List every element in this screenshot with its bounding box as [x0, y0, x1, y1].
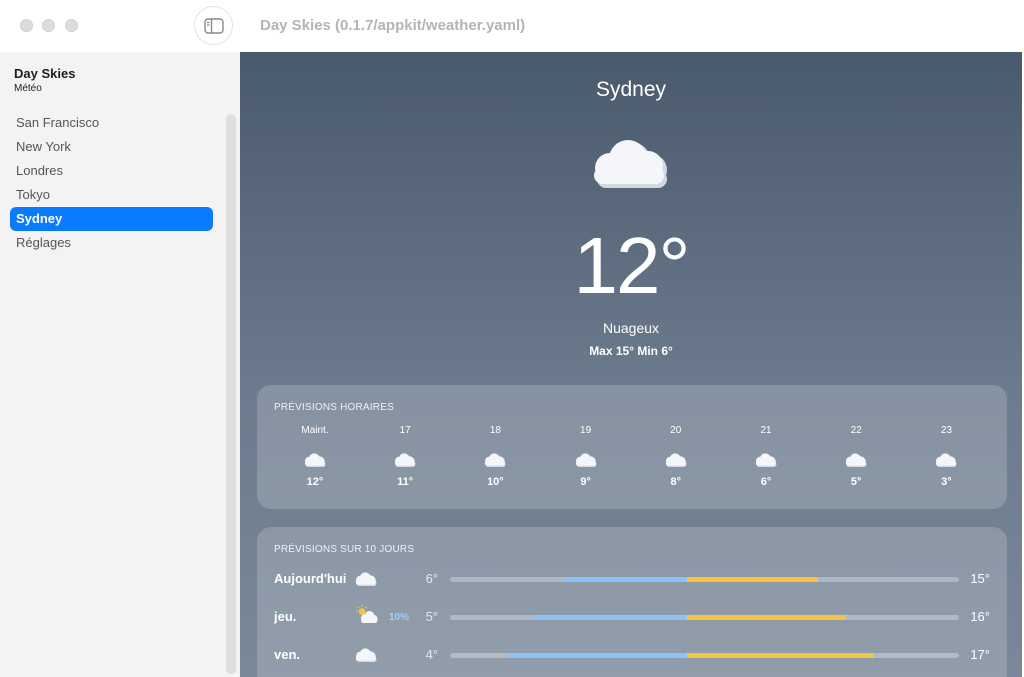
hour-label: 19: [580, 425, 592, 436]
hourly-item: 22 5°: [826, 425, 886, 488]
hourly-item: 21 6°: [736, 425, 796, 488]
temperature-range-cool-segment: [534, 615, 687, 620]
sidebar-item-sydney[interactable]: Sydney: [10, 207, 213, 231]
sidebar-nav: San Francisco New York Londres Tokyo Syd…: [10, 111, 213, 255]
app-name: Day Skies: [14, 66, 76, 81]
sidebar-item-san-francisco[interactable]: San Francisco: [10, 111, 213, 135]
hourly-item: 17 11°: [375, 425, 435, 488]
daily-row: Aujourd'hui 6° 15°: [274, 567, 990, 591]
hour-temperature: 12°: [306, 476, 324, 488]
hour-temperature: 9°: [580, 476, 591, 488]
sidebar-item-reglages[interactable]: Réglages: [10, 231, 213, 255]
close-window-button[interactable]: [20, 19, 33, 32]
daily-forecast-card: PRÉVISIONS SUR 10 JOURS Aujourd'hui 6° 15°…: [257, 527, 1007, 677]
hour-label: 20: [670, 425, 682, 436]
hourly-forecast-title: PRÉVISIONS HORAIRES: [274, 402, 394, 413]
hour-temperature: 6°: [760, 476, 772, 488]
temperature-range-bar: [450, 577, 959, 582]
hourly-item: 19 9°: [556, 425, 616, 488]
cloud-icon: [755, 453, 777, 467]
day-label: Aujourd'hui: [274, 571, 347, 586]
sidebar-scrollbar[interactable]: [226, 114, 236, 674]
temperature-range-cool-segment: [563, 577, 687, 582]
sidebar-icon: [203, 17, 224, 34]
daily-row: jeu. 10% 5° 16°: [274, 605, 990, 629]
cloud-icon: [594, 140, 667, 188]
hourly-item: Maint. 12°: [285, 425, 345, 488]
temperature-range-cool-segment: [506, 653, 687, 658]
hour-temperature: 10°: [487, 476, 504, 488]
hour-temperature: 11°: [397, 476, 414, 488]
daily-forecast-title: PRÉVISIONS SUR 10 JOURS: [274, 544, 415, 555]
hour-label: 23: [940, 425, 952, 436]
day-label: jeu.: [274, 609, 297, 624]
current-temperature: 12°: [573, 221, 691, 310]
sidebar-toggle-button[interactable]: [194, 6, 233, 45]
hourly-item: 20 8°: [646, 425, 706, 488]
day-high-temperature: 15°: [970, 571, 990, 586]
hourly-forecast-card: PRÉVISIONS HORAIRES Maint. 12° 17 11° 18 10° 1…: [257, 385, 1007, 509]
cloud-icon: [485, 453, 506, 467]
daily-row: ven. 4° 17°: [274, 643, 990, 667]
sun-cloud-icon: [356, 605, 378, 623]
weather-condition: Nuageux: [602, 320, 660, 336]
hourly-item: 18 10°: [465, 425, 525, 488]
cloud-icon: [304, 453, 326, 467]
cloud-icon: [845, 453, 867, 467]
cloud-icon: [355, 572, 377, 586]
day-low-temperature: 6°: [425, 571, 438, 586]
hour-temperature: 5°: [850, 476, 862, 488]
day-low-temperature: 5°: [425, 609, 438, 624]
minimize-window-button[interactable]: [42, 19, 55, 32]
cloud-icon: [355, 648, 377, 662]
day-label: ven.: [274, 647, 301, 662]
cloud-icon: [575, 453, 597, 467]
sidebar-item-tokyo[interactable]: Tokyo: [10, 183, 213, 207]
hour-temperature: 8°: [670, 476, 682, 488]
cloud-icon: [394, 453, 416, 467]
temperature-range-warm-segment: [686, 615, 846, 620]
min-max-temperature: Max 15° Min 6°: [589, 344, 673, 358]
hour-temperature: 3°: [941, 476, 952, 488]
cloud-icon: [936, 453, 957, 467]
day-high-temperature: 17°: [970, 647, 990, 662]
zoom-window-button[interactable]: [65, 19, 78, 32]
hour-label: 17: [399, 425, 411, 436]
hour-label: Maint.: [301, 425, 329, 436]
hour-label: 21: [760, 425, 772, 436]
hour-label: 22: [850, 425, 862, 436]
hourly-item: 23 3°: [916, 425, 976, 488]
app-subtitle: Météo: [14, 83, 42, 94]
title-bar: Day Skies (0.1.7/appkit/weather.yaml): [0, 0, 1024, 52]
window-title: Day Skies (0.1.7/appkit/weather.yaml): [260, 17, 526, 34]
sidebar: Day Skies Météo San Francisco New York L…: [0, 52, 240, 677]
sidebar-item-londres[interactable]: Londres: [10, 159, 213, 183]
hour-label: 18: [489, 425, 501, 436]
day-high-temperature: 16°: [970, 609, 990, 624]
city-name: Sydney: [595, 78, 667, 101]
temperature-range-warm-segment: [686, 653, 875, 658]
temperature-range-warm-segment: [686, 577, 818, 582]
temperature-range-bar: [450, 615, 959, 620]
cloud-icon: [665, 453, 687, 467]
day-low-temperature: 4°: [425, 647, 438, 662]
weather-detail: Sydney 12° Nuageux Max 15° Min 6° PRÉVIS…: [240, 52, 1022, 677]
temperature-range-bar: [450, 653, 959, 658]
sidebar-item-new-york[interactable]: New York: [10, 135, 213, 159]
